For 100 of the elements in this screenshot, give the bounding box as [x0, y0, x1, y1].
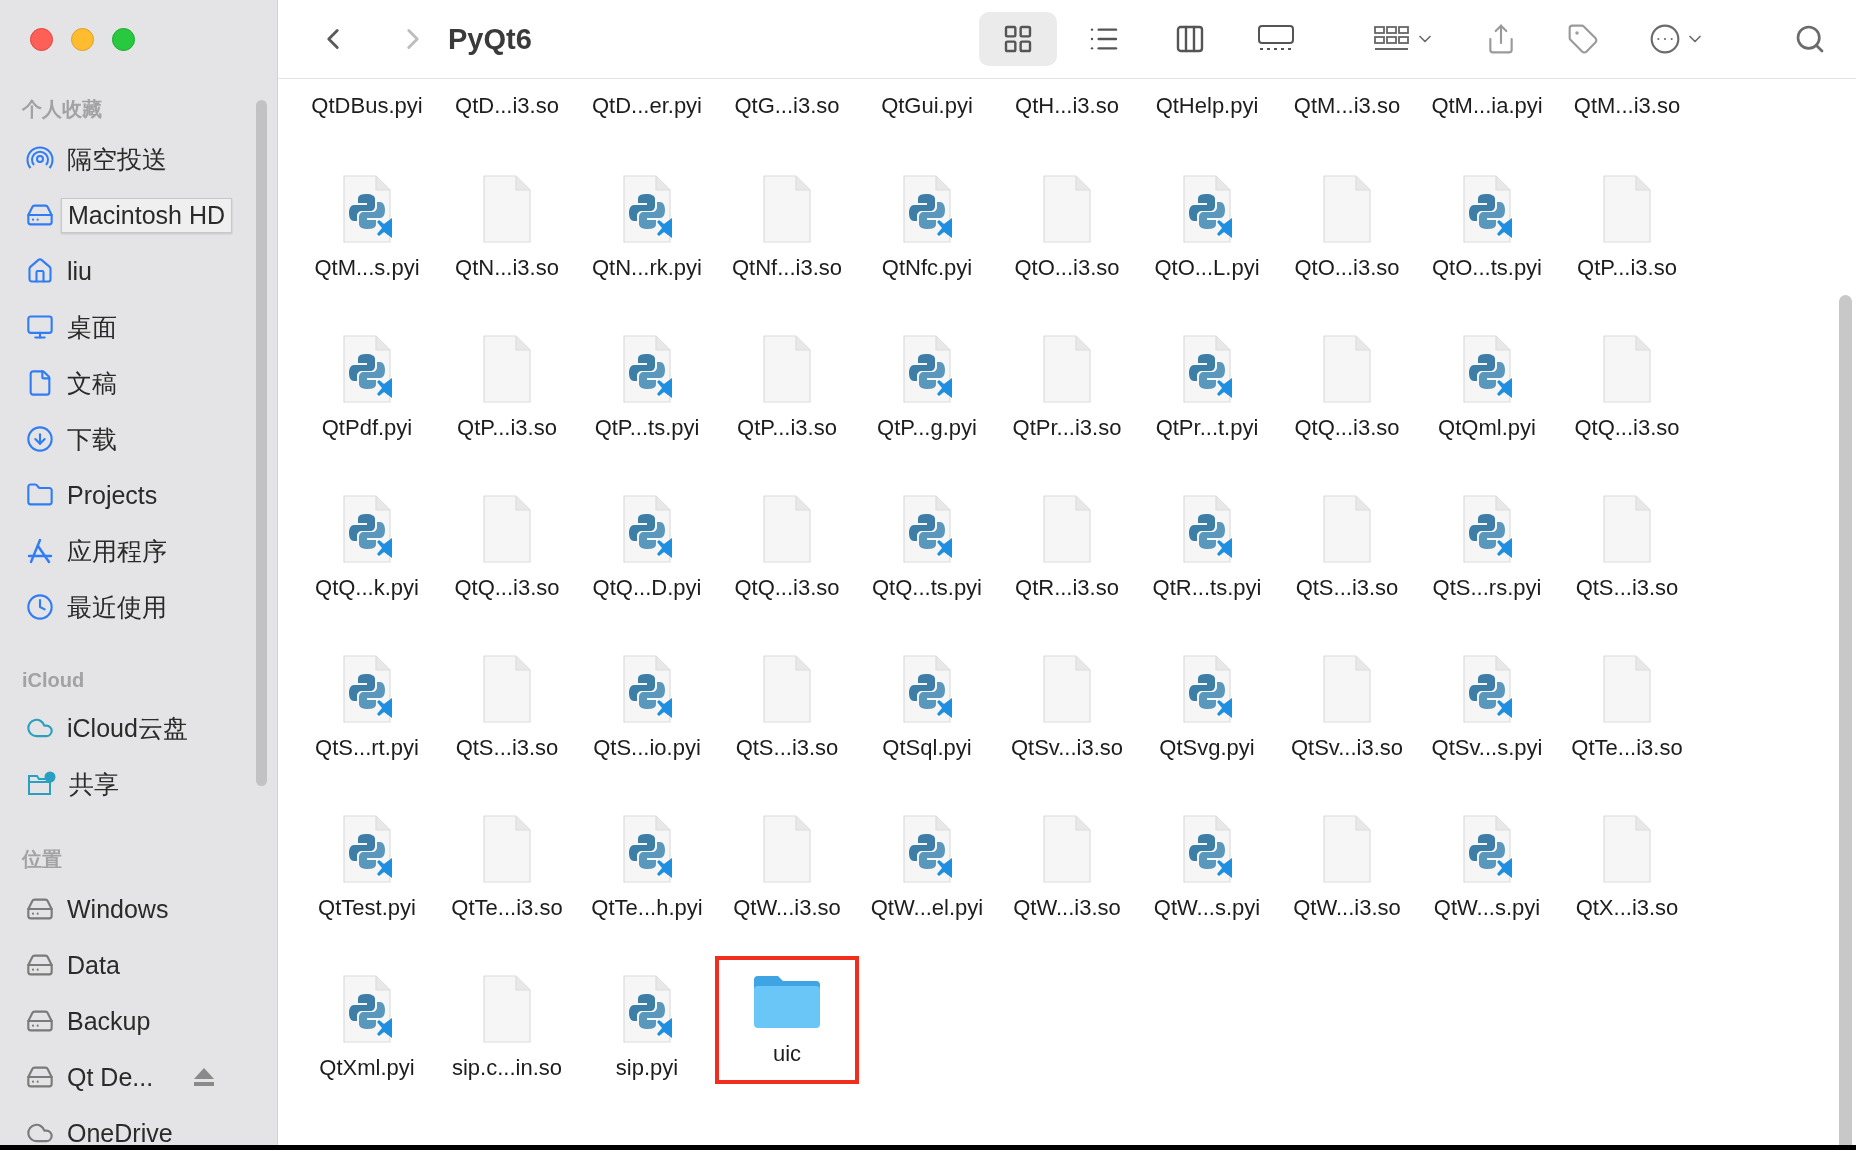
file-name[interactable]: QtS...io.pyi	[593, 734, 701, 762]
sidebar-item-label: 隔空投送	[67, 143, 167, 175]
file-name[interactable]: QtN...rk.pyi	[592, 254, 702, 282]
file-name[interactable]: QtTe...h.pyi	[591, 894, 703, 922]
file-name[interactable]: QtP...i3.so	[457, 414, 557, 442]
file-name[interactable]: QtD...i3.so	[455, 92, 559, 120]
file-name[interactable]: uic	[772, 1040, 802, 1068]
file-name[interactable]: QtO...i3.so	[1014, 254, 1120, 282]
file-name[interactable]: QtD...er.pyi	[591, 92, 702, 120]
sidebar-item[interactable]: 隔空投送	[0, 131, 277, 187]
minimize-button[interactable]	[71, 28, 94, 51]
sidebar-item[interactable]: Projects	[0, 467, 277, 523]
file-name[interactable]: QtR...i3.so	[1015, 574, 1119, 602]
file-name[interactable]: QtW...i3.so	[733, 894, 841, 922]
file-name[interactable]: QtO...ts.pyi	[1432, 254, 1542, 282]
file-name[interactable]: QtTe...i3.so	[451, 894, 563, 922]
file-name[interactable]: QtO...i3.so	[1294, 254, 1400, 282]
file-name[interactable]: QtNf...i3.so	[731, 254, 842, 282]
file-name[interactable]: QtSv...i3.so	[1010, 734, 1124, 762]
file-name[interactable]: QtM...i3.so	[1573, 92, 1681, 120]
file-name[interactable]: QtSvg.pyi	[1159, 734, 1255, 762]
file-name[interactable]: QtM...i3.so	[1293, 92, 1401, 120]
file-name[interactable]: QtPr...t.pyi	[1155, 414, 1259, 442]
file-name[interactable]: QtM...ia.pyi	[1431, 92, 1543, 120]
file-name[interactable]: QtW...i3.so	[1293, 894, 1401, 922]
scrollbar-thumb[interactable]	[256, 100, 267, 786]
file-name[interactable]: QtS...i3.so	[455, 734, 559, 762]
file-name[interactable]: QtP...ts.pyi	[594, 414, 700, 442]
sidebar-item-label: 最近使用	[67, 591, 167, 623]
sidebar-item-label: Projects	[67, 480, 158, 510]
file-name[interactable]: QtNfc.pyi	[881, 254, 973, 282]
sidebar-item[interactable]: Qt De...	[0, 1049, 277, 1105]
file-name[interactable]: QtTest.pyi	[318, 894, 416, 922]
file-name[interactable]: QtW...i3.so	[1013, 894, 1121, 922]
sidebar-item[interactable]: OneDrive	[0, 1105, 277, 1145]
apps-icon	[26, 537, 54, 565]
sidebar-item-label: OneDrive	[67, 1118, 173, 1145]
file-name[interactable]: QtTe...i3.so	[1571, 734, 1683, 762]
file-name[interactable]: QtQml.pyi	[1438, 414, 1536, 442]
file-name[interactable]: QtGui.pyi	[881, 92, 973, 120]
sidebar-item[interactable]: iCloud云盘	[0, 700, 277, 756]
file-name[interactable]: sip.pyi	[615, 1054, 679, 1082]
zoom-button[interactable]	[112, 28, 135, 51]
file-name[interactable]: QtQ...i3.so	[454, 574, 560, 602]
file-name[interactable]: QtS...i3.so	[735, 734, 839, 762]
file-name[interactable]: QtQ...k.pyi	[315, 574, 419, 602]
file-name[interactable]: QtQ...ts.pyi	[872, 574, 982, 602]
file-name[interactable]: QtSv...s.pyi	[1431, 734, 1543, 762]
shared-folder-icon	[26, 770, 56, 798]
file-name[interactable]: QtPdf.pyi	[321, 414, 413, 442]
sidebar-item[interactable]: 桌面	[0, 299, 277, 355]
sidebar-item[interactable]: Macintosh HD	[0, 187, 277, 243]
sidebar-item[interactable]: 最近使用	[0, 579, 277, 635]
file-name[interactable]: QtR...ts.pyi	[1152, 574, 1262, 602]
file-name[interactable]: QtP...i3.so	[1577, 254, 1677, 282]
file-name[interactable]: QtQ...i3.so	[734, 574, 840, 602]
eject-icon[interactable]	[192, 1066, 217, 1088]
file-name[interactable]: QtH...i3.so	[1015, 92, 1119, 120]
file-name[interactable]: QtW...el.pyi	[870, 894, 984, 922]
file-name[interactable]: QtM...s.pyi	[314, 254, 420, 282]
file-name[interactable]: QtS...rt.pyi	[315, 734, 419, 762]
file-name[interactable]: QtSv...i3.so	[1290, 734, 1404, 762]
sidebar-item-label: 共享	[69, 768, 119, 800]
file-name[interactable]: QtS...rs.pyi	[1432, 574, 1542, 602]
file-name[interactable]: QtXml.pyi	[319, 1054, 415, 1082]
sidebar-item[interactable]: 文稿	[0, 355, 277, 411]
file-name[interactable]: QtS...i3.so	[1575, 574, 1679, 602]
sidebar-item[interactable]: Backup	[0, 993, 277, 1049]
sidebar-item[interactable]: 应用程序	[0, 523, 277, 579]
grid-icon	[1002, 23, 1034, 55]
desktop-icon	[26, 313, 54, 341]
sidebar-item[interactable]: Windows	[0, 881, 277, 937]
sidebar-item-label: Data	[67, 950, 120, 980]
sidebar-item-label: Windows	[67, 894, 169, 924]
file-name[interactable]: sip.c...in.so	[451, 1054, 562, 1082]
file-name[interactable]: QtHelp.pyi	[1155, 92, 1259, 120]
file-name[interactable]: QtX...i3.so	[1575, 894, 1679, 922]
file-name[interactable]: QtW...s.pyi	[1433, 894, 1541, 922]
sidebar-item[interactable]: Data	[0, 937, 277, 993]
file-name[interactable]: QtDBus.pyi	[311, 92, 423, 120]
file-name[interactable]: QtQ...D.pyi	[592, 574, 702, 602]
file-name[interactable]: QtPr...i3.so	[1012, 414, 1122, 442]
ellipsis-icon	[1649, 23, 1681, 55]
file-name[interactable]: QtG...i3.so	[734, 92, 840, 120]
close-button[interactable]	[30, 28, 53, 51]
file-name[interactable]: QtN...i3.so	[455, 254, 559, 282]
sidebar-item[interactable]: 共享	[0, 756, 277, 812]
file-name[interactable]: QtQ...i3.so	[1574, 414, 1680, 442]
file-name[interactable]: QtP...g.pyi	[877, 414, 977, 442]
file-name[interactable]: QtW...s.pyi	[1153, 894, 1261, 922]
view-mode-button[interactable]	[979, 12, 1057, 66]
scrollbar-thumb[interactable]	[1839, 295, 1852, 1145]
file-name[interactable]: QtO...L.pyi	[1154, 254, 1260, 282]
file-name[interactable]: QtSql.pyi	[882, 734, 972, 762]
sidebar-item[interactable]: liu	[0, 243, 277, 299]
file-name[interactable]: QtS...i3.so	[1295, 574, 1399, 602]
sidebar-item-label: Qt De...	[67, 1062, 154, 1092]
sidebar-item[interactable]: 下载	[0, 411, 277, 467]
file-name[interactable]: QtQ...i3.so	[1294, 414, 1400, 442]
file-name[interactable]: QtP...i3.so	[737, 414, 837, 442]
